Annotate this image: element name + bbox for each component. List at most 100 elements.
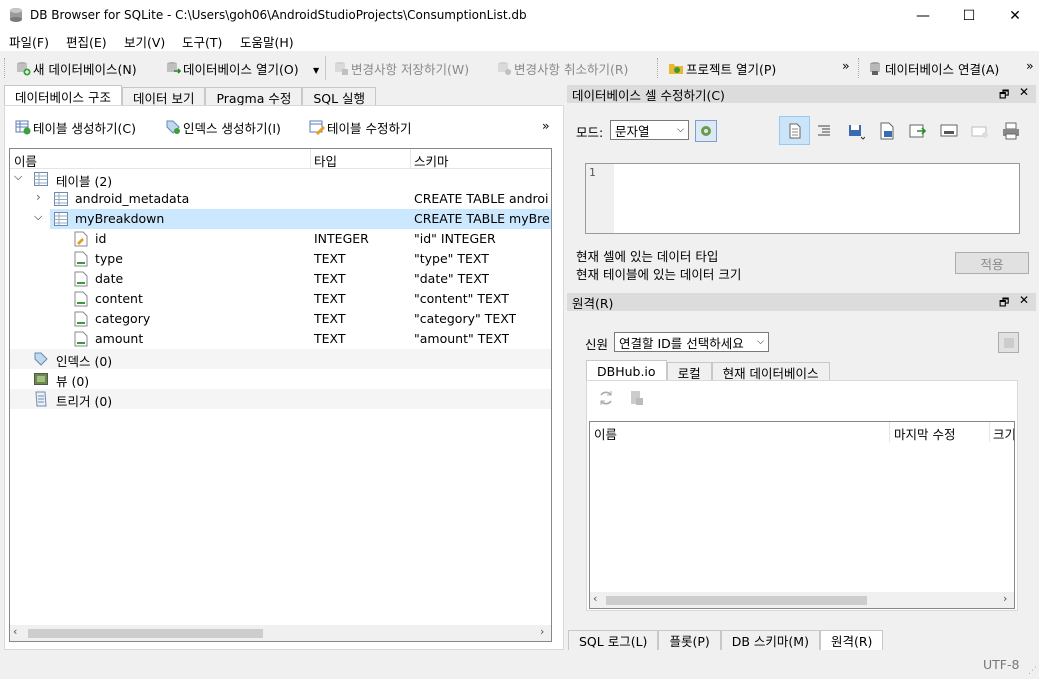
table-row[interactable]: ⌵ myBreakdown CREATE TABLE myBre <box>10 209 551 229</box>
scroll-right-icon[interactable]: › <box>1003 592 1007 605</box>
remote-file-list[interactable]: 이름 마지막 수정 크기 ‹ › <box>589 421 1015 609</box>
field-schema: "type" TEXT <box>414 251 489 266</box>
field-row[interactable]: amount TEXT "amount" TEXT <box>10 329 551 349</box>
open-project-icon <box>669 64 683 74</box>
float-dock-icon[interactable]: 🗗 <box>999 294 1009 313</box>
field-row[interactable]: type TEXT "type" TEXT <box>10 249 551 269</box>
table-schema: CREATE TABLE myBre <box>414 211 550 226</box>
scroll-right-icon[interactable]: › <box>540 625 544 638</box>
tree-item-triggers[interactable]: 트리거 (0) <box>10 389 551 409</box>
menu-file[interactable]: 파일(F) <box>9 32 49 51</box>
print-icon[interactable] <box>1002 122 1020 140</box>
clone-database-icon[interactable] <box>628 389 646 407</box>
scroll-left-icon[interactable]: ‹ <box>13 625 17 638</box>
maximize-button[interactable]: ☐ <box>946 0 992 31</box>
field-type: TEXT <box>314 291 346 306</box>
tree-item-tables[interactable]: ⌵ 테이블 (2) <box>10 169 551 189</box>
minimize-button[interactable]: — <box>900 0 946 31</box>
auto-switch-mode-button[interactable] <box>695 120 717 142</box>
header-divider <box>410 149 411 169</box>
mode-select-value: 문자열 <box>615 123 650 139</box>
import-icon[interactable] <box>847 122 865 140</box>
field-schema: "amount" TEXT <box>414 331 510 346</box>
tree-horizontal-scrollbar[interactable]: ‹ › <box>10 625 551 641</box>
identity-action-button[interactable] <box>998 332 1019 353</box>
open-database-dropdown-arrow[interactable]: ▼ <box>313 66 319 75</box>
tab-current-database[interactable]: 현재 데이터베이스 <box>711 362 830 382</box>
menu-edit[interactable]: 편집(E) <box>66 32 107 51</box>
clear-icon[interactable] <box>971 124 989 140</box>
tab-local[interactable]: 로컬 <box>666 362 712 382</box>
close-window-button[interactable]: ✕ <box>992 0 1038 31</box>
column-header-schema[interactable]: 스키마 <box>414 151 449 170</box>
indent-icon[interactable] <box>816 123 832 139</box>
modify-table-button[interactable]: 테이블 수정하기 <box>309 116 411 138</box>
column-header-type[interactable]: 타입 <box>314 151 337 170</box>
collapse-arrow-icon[interactable]: ⌵ <box>34 210 42 224</box>
field-name: date <box>95 271 124 286</box>
tab-dbhub[interactable]: DBHub.io <box>586 360 667 382</box>
toolbar-overflow-button-2[interactable]: » <box>1026 58 1034 73</box>
mode-select[interactable]: 문자열 ⌵ <box>610 120 689 140</box>
open-project-button[interactable]: 프로젝트 열기(P) <box>668 57 776 79</box>
toolbar-separator <box>325 56 326 80</box>
open-database-button[interactable]: 데이터베이스 열기(O) <box>165 57 299 79</box>
apply-button[interactable]: 적용 <box>955 252 1029 274</box>
export-icon[interactable] <box>878 122 896 140</box>
float-dock-icon[interactable]: 🗗 <box>999 86 1009 105</box>
tab-plot[interactable]: 플롯(P) <box>658 630 721 650</box>
tree-item-indices[interactable]: 인덱스 (0) <box>10 349 551 369</box>
field-row[interactable]: id INTEGER "id" INTEGER <box>10 229 551 249</box>
field-type: TEXT <box>314 271 346 286</box>
create-index-button[interactable]: 인덱스 생성하기(I) <box>165 116 281 138</box>
collapse-arrow-icon[interactable]: ⌵ <box>14 170 22 184</box>
schema-tree[interactable]: 이름 타입 스키마 ⌵ 테이블 (2) › android_metadata C… <box>9 148 552 642</box>
structure-toolbar-overflow[interactable]: » <box>542 118 550 133</box>
field-name: content <box>95 291 143 306</box>
tab-edit-pragmas[interactable]: Pragma 수정 <box>205 87 303 107</box>
refresh-icon[interactable] <box>597 389 615 407</box>
close-dock-icon[interactable]: ✕ <box>1019 85 1029 99</box>
scrollbar-thumb[interactable] <box>28 629 263 638</box>
tab-remote[interactable]: 원격(R) <box>819 630 884 650</box>
toolbar-overflow-button[interactable]: » <box>842 58 850 73</box>
expand-arrow-icon[interactable]: › <box>36 190 41 204</box>
attach-database-button[interactable]: 데이터베이스 연결(A) <box>867 57 999 79</box>
field-row[interactable]: category TEXT "category" TEXT <box>10 309 551 329</box>
tab-browse-data[interactable]: 데이터 보기 <box>121 87 206 107</box>
table-row[interactable]: › android_metadata CREATE TABLE androi <box>10 189 551 209</box>
attach-database-icon <box>870 62 880 75</box>
create-table-icon <box>15 120 31 135</box>
scroll-left-icon[interactable]: ‹ <box>593 592 597 605</box>
image-icon[interactable] <box>940 122 958 140</box>
column-header-name[interactable]: 이름 <box>14 151 37 170</box>
tab-execute-sql[interactable]: SQL 실행 <box>302 87 377 107</box>
column-header-size[interactable]: 크기 <box>993 424 1014 443</box>
tab-db-schema[interactable]: DB 스키마(M) <box>720 630 820 650</box>
new-database-button[interactable]: 새 데이터베이스(N) <box>15 57 137 79</box>
field-type: TEXT <box>314 331 346 346</box>
field-row[interactable]: content TEXT "content" TEXT <box>10 289 551 309</box>
column-header-name[interactable]: 이름 <box>594 424 617 443</box>
remote-horizontal-scrollbar[interactable]: ‹ › <box>590 592 1014 608</box>
word-wrap-button[interactable] <box>779 116 810 145</box>
tab-database-structure[interactable]: 데이터베이스 구조 <box>4 85 122 107</box>
resize-grip-icon[interactable]: ⋰ <box>1028 666 1037 676</box>
create-table-button[interactable]: 테이블 생성하기(C) <box>15 116 136 138</box>
write-changes-button[interactable]: 변경사항 저장하기(W) <box>333 57 469 79</box>
menu-help[interactable]: 도움말(H) <box>240 32 294 51</box>
tab-sql-log[interactable]: SQL 로그(L) <box>568 630 659 650</box>
set-null-icon[interactable] <box>909 122 927 140</box>
field-row[interactable]: date TEXT "date" TEXT <box>10 269 551 289</box>
identity-select[interactable]: 연결할 ID를 선택하세요 ⌵ <box>614 332 769 352</box>
tree-item-views[interactable]: 뷰 (0) <box>10 369 551 389</box>
column-header-last-modified[interactable]: 마지막 수정 <box>894 424 955 443</box>
create-index-icon <box>166 120 180 134</box>
revert-changes-button[interactable]: 변경사항 취소하기(R) <box>496 57 628 79</box>
menu-tools[interactable]: 도구(T) <box>182 32 222 51</box>
table-icon <box>54 192 68 206</box>
menu-view[interactable]: 보기(V) <box>124 32 165 51</box>
close-dock-icon[interactable]: ✕ <box>1019 293 1029 307</box>
cell-editor[interactable]: 1 <box>585 163 1020 234</box>
scrollbar-thumb[interactable] <box>606 596 867 605</box>
